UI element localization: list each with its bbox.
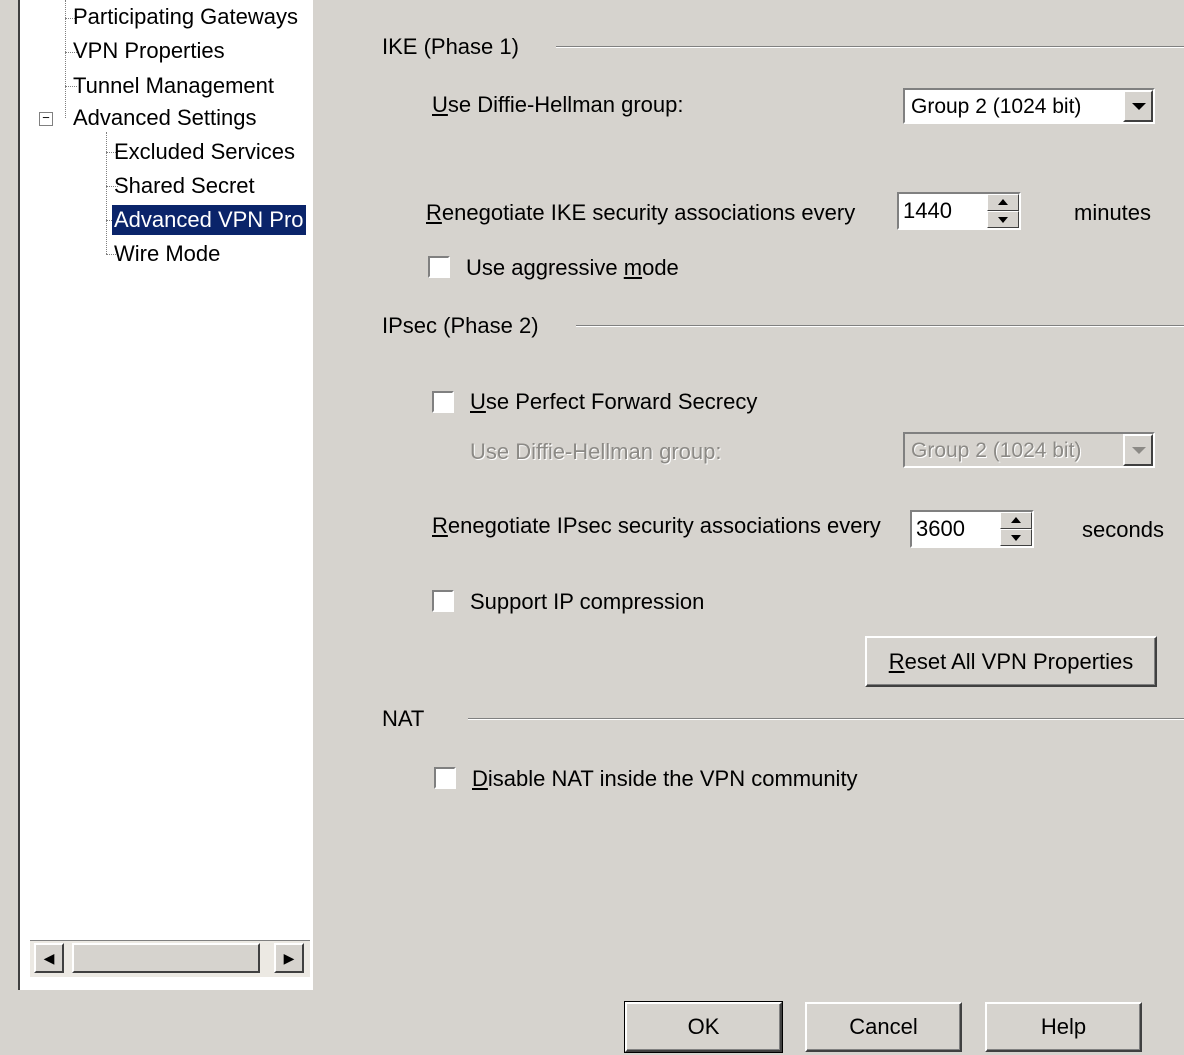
collapse-icon[interactable]: − bbox=[39, 112, 53, 126]
spin-down-icon[interactable] bbox=[1000, 529, 1032, 546]
tree-item-advanced-vpn-properties[interactable]: Advanced VPN Pro bbox=[112, 205, 306, 235]
ike-renegotiate-spinner[interactable]: 1440 bbox=[897, 192, 1021, 230]
nat-group-divider bbox=[468, 718, 1184, 720]
ipsec-renegotiate-unit: seconds bbox=[1082, 517, 1164, 542]
disable-nat-label-mnemonic: D bbox=[472, 766, 488, 791]
chevron-down-icon[interactable] bbox=[1123, 434, 1153, 466]
reset-button-text: eset All VPN Properties bbox=[904, 649, 1134, 674]
pfs-checkbox[interactable] bbox=[432, 391, 454, 413]
ipsec-group-divider bbox=[576, 325, 1184, 327]
pfs-label[interactable]: Use Perfect Forward Secrecy bbox=[470, 388, 757, 416]
ipsec-renegotiate-label-mnemonic: R bbox=[432, 513, 448, 538]
ike-dh-group-select[interactable]: Group 2 (1024 bit) bbox=[903, 88, 1155, 124]
ip-compression-checkbox[interactable] bbox=[432, 590, 454, 612]
help-button[interactable]: Help bbox=[985, 1002, 1142, 1052]
ike-dh-group-label-text: se Diffie-Hellman group: bbox=[447, 92, 684, 117]
ipsec-renegotiate-label: Renegotiate IPsec security associations … bbox=[432, 512, 881, 540]
spin-down-icon[interactable] bbox=[987, 211, 1019, 228]
disable-nat-checkbox[interactable] bbox=[434, 767, 456, 789]
settings-tree[interactable]: Participating Gateways VPN Properties Tu… bbox=[18, 0, 313, 990]
tree-item-vpn-properties[interactable]: VPN Properties bbox=[73, 36, 225, 66]
ike-dh-group-value: Group 2 (1024 bit) bbox=[911, 95, 1082, 118]
tree-item-wire-mode[interactable]: Wire Mode bbox=[114, 239, 220, 269]
ike-dh-group-label-mnemonic: U bbox=[432, 92, 448, 117]
aggressive-mode-checkbox[interactable] bbox=[428, 256, 450, 278]
ipsec-dh-group-select[interactable]: Group 2 (1024 bit) bbox=[903, 432, 1155, 468]
chevron-down-icon[interactable] bbox=[1123, 90, 1153, 122]
pfs-label-mnemonic: U bbox=[470, 389, 486, 414]
aggressive-mode-label-mnemonic: m bbox=[623, 255, 643, 280]
ike-renegotiate-label: Renegotiate IKE security associations ev… bbox=[426, 199, 855, 227]
tree-item-participating-gateways[interactable]: Participating Gateways bbox=[73, 2, 298, 32]
spin-up-icon[interactable] bbox=[987, 194, 1019, 211]
ike-renegotiate-value: 1440 bbox=[903, 198, 952, 223]
reset-button-mnemonic: R bbox=[888, 649, 905, 674]
disable-nat-label-text: isable NAT inside the VPN community bbox=[487, 766, 858, 791]
spin-up-icon[interactable] bbox=[1000, 512, 1032, 529]
scroll-left-icon[interactable]: ◀ bbox=[34, 943, 64, 973]
ipsec-dh-group-value: Group 2 (1024 bit) bbox=[911, 439, 1082, 462]
ip-compression-label[interactable]: Support IP compression bbox=[470, 588, 704, 616]
nat-group-title: NAT bbox=[382, 706, 433, 732]
ok-button[interactable]: OK bbox=[624, 1001, 783, 1053]
cancel-button[interactable]: Cancel bbox=[805, 1002, 962, 1052]
ike-renegotiate-label-text: enegotiate IKE security associations eve… bbox=[441, 200, 856, 225]
ipsec-renegotiate-label-text: enegotiate IPsec security associations e… bbox=[447, 513, 881, 538]
ike-group-divider bbox=[556, 46, 1184, 48]
ike-group-title: IKE (Phase 1) bbox=[382, 34, 527, 60]
ike-dh-group-label: Use Diffie-Hellman group: bbox=[432, 91, 683, 119]
tree-item-excluded-services[interactable]: Excluded Services bbox=[114, 137, 295, 167]
ipsec-renegotiate-spinner[interactable]: 3600 bbox=[910, 510, 1034, 548]
ipsec-dh-group-label: Use Diffie-Hellman group: bbox=[470, 439, 722, 464]
ike-renegotiate-unit: minutes bbox=[1074, 200, 1152, 225]
pfs-label-text: se Perfect Forward Secrecy bbox=[485, 389, 758, 414]
disable-nat-label[interactable]: Disable NAT inside the VPN community bbox=[472, 765, 858, 793]
tree-item-advanced-settings[interactable]: Advanced Settings bbox=[73, 103, 256, 133]
ike-renegotiate-label-mnemonic: R bbox=[426, 200, 442, 225]
tree-item-tunnel-management[interactable]: Tunnel Management bbox=[73, 71, 274, 101]
tree-item-shared-secret[interactable]: Shared Secret bbox=[114, 171, 255, 201]
scroll-right-icon[interactable]: ▶ bbox=[274, 943, 304, 973]
aggressive-mode-label-pre: Use aggressive bbox=[466, 255, 624, 280]
aggressive-mode-label-post: ode bbox=[642, 255, 679, 280]
aggressive-mode-label[interactable]: Use aggressive mode bbox=[466, 254, 679, 282]
ipsec-group-title: IPsec (Phase 2) bbox=[382, 313, 547, 339]
scrollbar-thumb[interactable] bbox=[72, 943, 260, 973]
ipsec-renegotiate-value: 3600 bbox=[916, 516, 965, 541]
tree-horizontal-scrollbar[interactable]: ◀ ▶ bbox=[30, 940, 310, 977]
reset-vpn-properties-button[interactable]: Reset All VPN Properties bbox=[865, 636, 1157, 687]
